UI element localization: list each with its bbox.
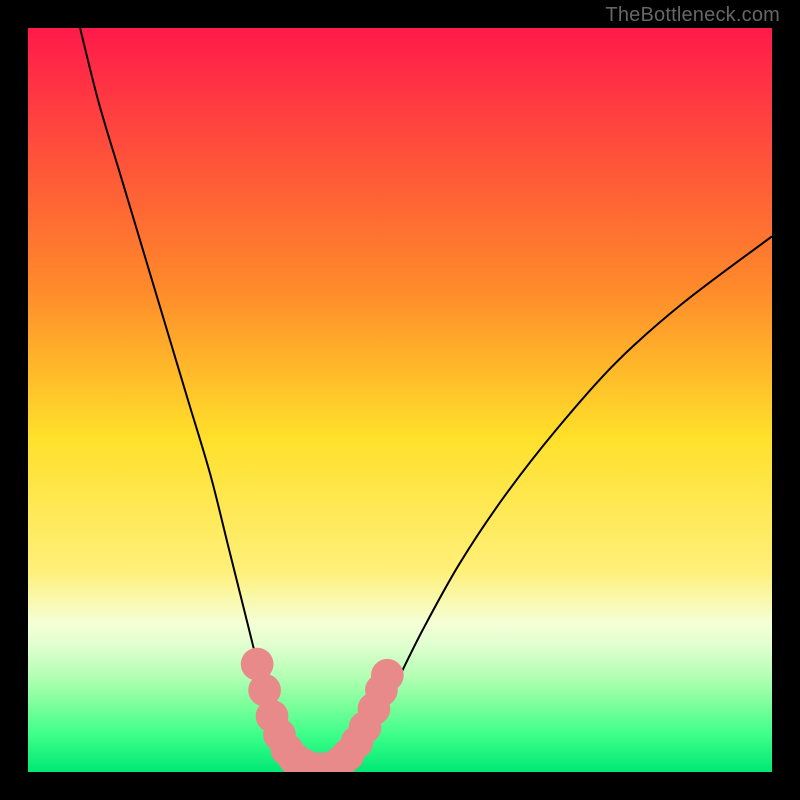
- data-point: [371, 659, 404, 692]
- chart-frame: TheBottleneck.com: [0, 0, 800, 800]
- plot-background: [28, 28, 772, 772]
- watermark-text: TheBottleneck.com: [605, 4, 780, 27]
- bottleneck-chart: [28, 28, 772, 772]
